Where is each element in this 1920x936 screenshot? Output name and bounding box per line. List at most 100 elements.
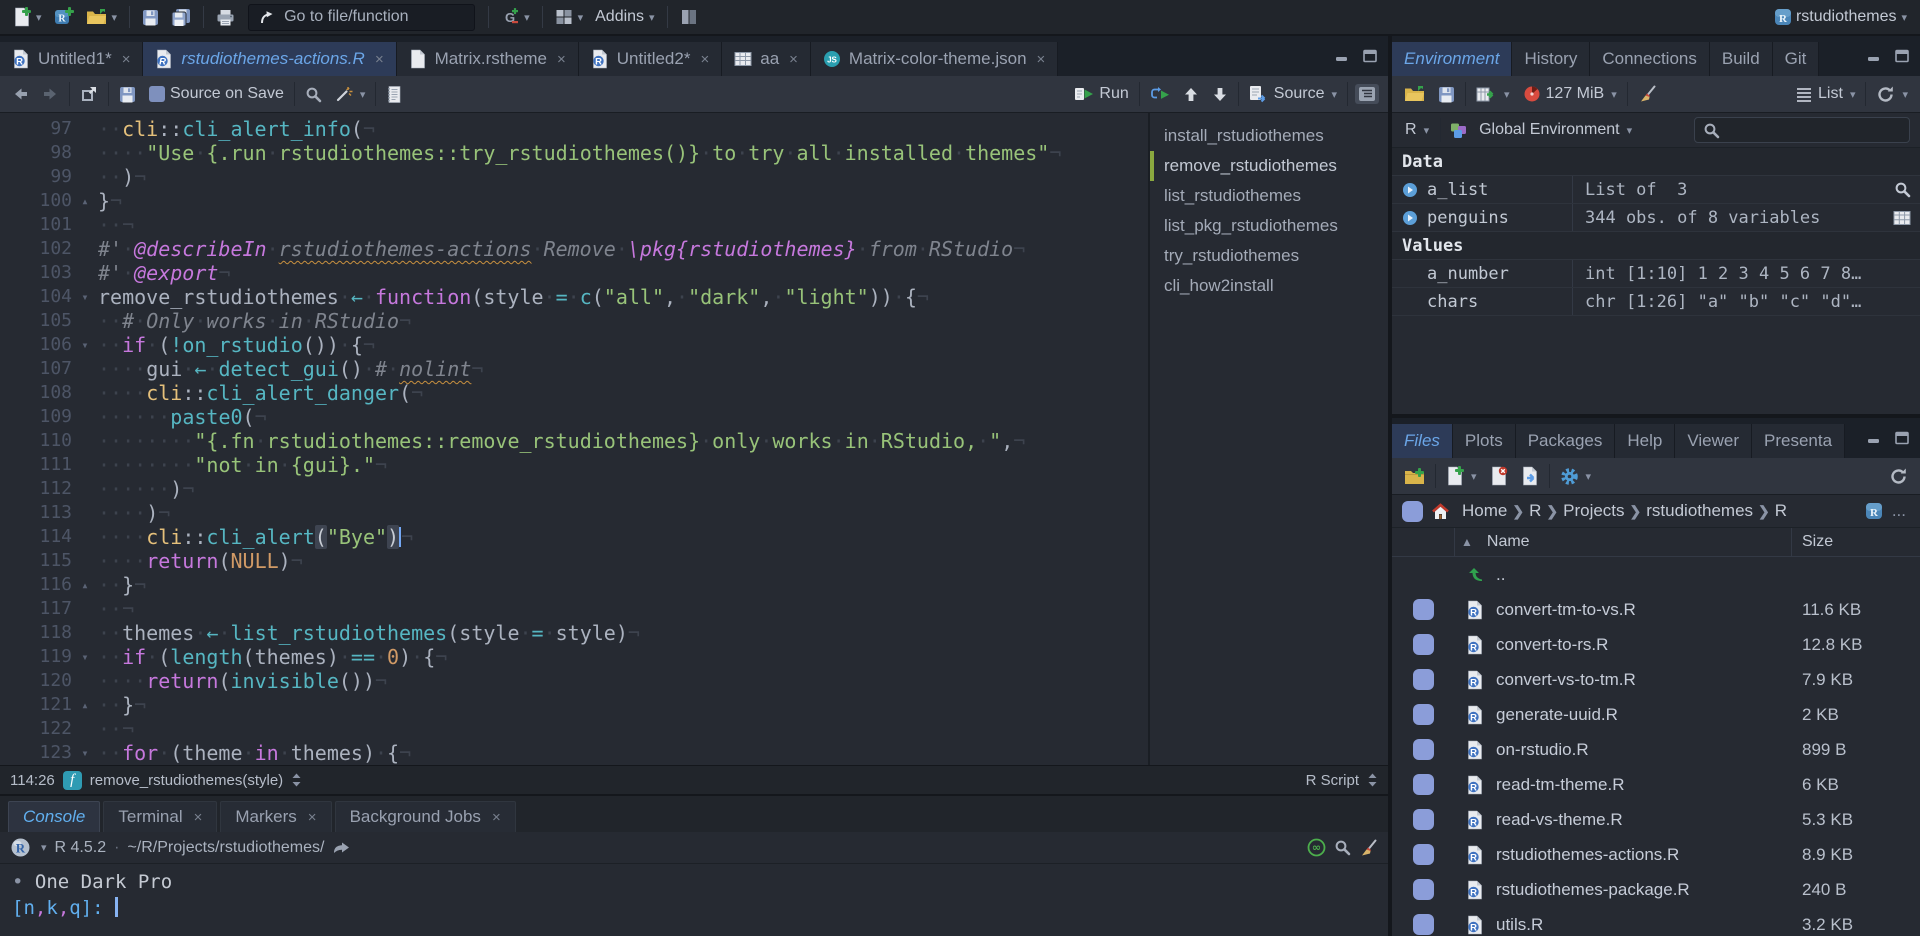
parent-directory-link[interactable]: .. [1496, 565, 1792, 585]
console-output[interactable]: • One Dark Pro [n,k,q]: [0, 864, 1388, 936]
refresh-files-button[interactable] [1886, 465, 1911, 488]
console-tab[interactable]: Terminal × [103, 801, 218, 832]
version-control-button[interactable]: G ▾ [496, 6, 535, 28]
chevron-down-icon[interactable]: ▾ [41, 841, 47, 854]
refresh-environment-button[interactable]: ▾ [1873, 83, 1911, 106]
save-button[interactable] [137, 7, 164, 28]
addins-button[interactable]: Addins ▾ [590, 6, 659, 28]
file-row[interactable]: R utils.R 3.2 KB [1392, 907, 1920, 936]
close-tab-icon[interactable]: × [1037, 51, 1046, 68]
outline-item[interactable]: install_rstudiothemes [1150, 121, 1388, 151]
file-checkbox[interactable] [1412, 634, 1434, 655]
close-tab-icon[interactable]: × [308, 809, 317, 826]
size-column-header[interactable]: Size [1791, 528, 1920, 556]
load-workspace-button[interactable] [1401, 84, 1428, 105]
minimize-pane-icon[interactable] [1866, 431, 1882, 445]
close-tab-icon[interactable]: × [492, 809, 501, 826]
file-checkbox[interactable] [1412, 774, 1434, 795]
fold-marker-icon[interactable]: ▾ [72, 333, 98, 357]
close-tab-icon[interactable]: × [557, 51, 566, 68]
maximize-pane-icon[interactable] [1362, 49, 1378, 63]
file-row[interactable]: R convert-to-rs.R 12.8 KB [1392, 627, 1920, 662]
file-row[interactable]: R generate-uuid.R 2 KB [1392, 697, 1920, 732]
breadcrumb-item[interactable]: Home [1458, 501, 1511, 520]
outline-item[interactable]: try_rstudiothemes [1150, 241, 1388, 271]
fold-marker-icon[interactable]: ▴ [72, 189, 98, 213]
environment-search-input[interactable] [1694, 117, 1910, 143]
run-previous-button[interactable] [1180, 84, 1202, 105]
maximize-pane-icon[interactable] [1894, 49, 1910, 63]
r-project-icon[interactable]: R [1864, 501, 1884, 521]
environment-row[interactable]: chars chr [1:26] "a" "b" "c" "d"… [1392, 288, 1920, 316]
files-tab-files[interactable]: Files [1392, 424, 1453, 458]
view-mode-button[interactable]: List ▾ [1792, 83, 1858, 105]
outline-item[interactable]: cli_how2install [1150, 271, 1388, 301]
search-icon[interactable] [1334, 839, 1351, 856]
environment-tab-environment[interactable]: Environment [1392, 42, 1513, 76]
console-tab[interactable]: Console [8, 801, 101, 832]
home-icon[interactable] [1431, 502, 1450, 520]
show-panes-button[interactable] [675, 6, 703, 28]
environment-selector[interactable]: Global Environment ▾ [1476, 119, 1635, 141]
project-menu-button[interactable]: R rstudiothemes ▾ [1768, 5, 1912, 29]
console-tab[interactable]: Markers × [220, 801, 332, 832]
name-column-header[interactable]: ▲ Name [1455, 533, 1791, 551]
breadcrumb-item[interactable]: R [1771, 501, 1791, 520]
file-row-up[interactable]: .. [1392, 557, 1920, 592]
environment-tab-history[interactable]: History [1512, 42, 1591, 76]
new-blank-file-button[interactable]: ▾ [1443, 464, 1480, 488]
new-file-button[interactable]: ▾ [8, 5, 47, 29]
document-outline-toggle[interactable] [1355, 84, 1379, 104]
expand-icon[interactable] [1400, 182, 1420, 198]
minimize-pane-icon[interactable] [1334, 49, 1350, 63]
open-file-button[interactable]: ▾ [81, 7, 123, 28]
file-row[interactable]: R rstudiothemes-actions.R 8.9 KB [1392, 837, 1920, 872]
fold-marker-icon[interactable]: ▴ [72, 573, 98, 597]
editor-tab[interactable]: Rrstudiothemes-actions.R × [143, 42, 397, 76]
file-checkbox[interactable] [1412, 599, 1434, 620]
file-name-link[interactable]: read-tm-theme.R [1496, 775, 1792, 795]
file-row[interactable]: R read-vs-theme.R 5.3 KB [1392, 802, 1920, 837]
environment-tab-git[interactable]: Git [1772, 42, 1820, 76]
environment-row[interactable]: penguins 344 obs. of 8 variables [1392, 204, 1920, 232]
file-row[interactable]: R read-tm-theme.R 6 KB [1392, 767, 1920, 802]
file-checkbox[interactable] [1412, 914, 1434, 935]
r-logo-icon[interactable]: R [10, 837, 31, 858]
more-breadcrumb-button[interactable]: ... [1892, 501, 1906, 521]
memory-usage-button[interactable]: 127 MiB ▾ [1520, 83, 1620, 105]
environment-row[interactable]: a_list List of 3 [1392, 176, 1920, 204]
language-selector[interactable]: R ▾ [1402, 119, 1432, 141]
files-tab-help[interactable]: Help [1615, 424, 1676, 458]
save-all-button[interactable] [166, 6, 196, 28]
fold-marker-icon[interactable]: ▾ [72, 645, 98, 669]
source-button[interactable]: Source ▾ [1246, 83, 1340, 105]
files-tab-packages[interactable]: Packages [1515, 424, 1616, 458]
clear-console-icon[interactable] [1359, 839, 1378, 857]
view-object-icon[interactable] [1884, 181, 1920, 198]
file-row[interactable]: R convert-vs-to-tm.R 7.9 KB [1392, 662, 1920, 697]
rerun-button[interactable] [1147, 84, 1173, 104]
editor-tab[interactable]: R Untitled2* × [578, 42, 723, 76]
file-checkbox[interactable] [1412, 669, 1434, 690]
file-name-link[interactable]: rstudiothemes-package.R [1496, 880, 1792, 900]
editor-tab[interactable]: aa × [722, 42, 811, 76]
magnifier-icon[interactable] [1894, 181, 1911, 198]
fold-marker-icon[interactable]: ▴ [72, 693, 98, 717]
close-tab-icon[interactable]: × [194, 809, 203, 826]
breadcrumb-item[interactable]: Projects [1559, 501, 1628, 520]
fold-marker-icon[interactable]: ▾ [72, 741, 98, 765]
file-name-link[interactable]: convert-vs-to-tm.R [1496, 670, 1792, 690]
editor-tab[interactable]: JS Matrix-color-theme.json × [810, 42, 1059, 76]
breadcrumb-item[interactable]: rstudiothemes [1642, 501, 1757, 520]
outline-item[interactable]: remove_rstudiothemes [1150, 151, 1388, 181]
scope-selector[interactable]: remove_rstudiothemes(style) [90, 772, 283, 789]
file-row[interactable]: R rstudiothemes-package.R 240 B [1392, 872, 1920, 907]
save-source-button[interactable] [116, 84, 139, 105]
breadcrumb-item[interactable]: R [1525, 501, 1545, 520]
file-row[interactable]: R on-rstudio.R 899 B [1392, 732, 1920, 767]
run-next-button[interactable] [1209, 84, 1231, 105]
file-checkbox[interactable] [1412, 704, 1434, 725]
new-folder-button[interactable] [1401, 466, 1428, 487]
expand-icon[interactable] [1400, 210, 1420, 226]
environment-tab-connections[interactable]: Connections [1590, 42, 1710, 76]
